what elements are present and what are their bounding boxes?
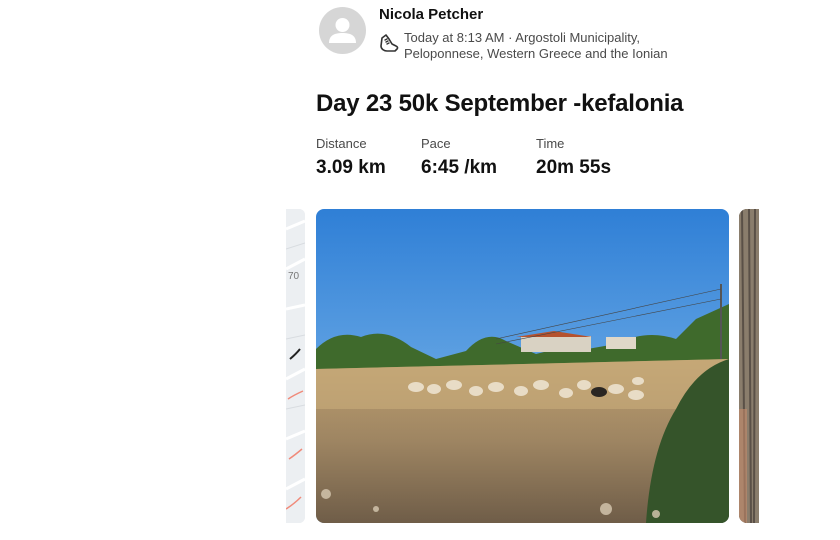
photo-image — [316, 209, 729, 523]
stat-time: Time 20m 55s — [536, 136, 611, 179]
next-photo-image — [739, 209, 759, 523]
activity-photo[interactable] — [316, 209, 729, 523]
stat-value: 3.09 km — [316, 157, 386, 178]
stat-value: 20m 55s — [536, 157, 612, 178]
activity-location-region: Peloponnese, Western Greece and the Ioni… — [404, 46, 668, 61]
stat-value: 6:45 /km — [421, 157, 498, 178]
stat-distance: Distance 3.09 km — [316, 136, 386, 179]
activity-title[interactable]: Day 23 50k September -kefalonia — [316, 90, 684, 118]
next-photo-thumbnail[interactable] — [739, 209, 759, 523]
map-label: 70 — [288, 271, 300, 282]
stat-label: Distance — [316, 136, 367, 151]
stat-label: Time — [536, 136, 565, 151]
stat-pace: Pace 6:45 /km — [421, 136, 497, 179]
stat-label: Pace — [421, 136, 451, 151]
avatar[interactable] — [319, 7, 366, 54]
route-map-thumbnail[interactable]: 70 — [286, 209, 305, 523]
default-user-icon — [329, 18, 356, 43]
map-image: 70 — [286, 209, 305, 523]
running-shoe-icon — [380, 34, 399, 52]
athlete-name[interactable]: Nicola Petcher — [379, 6, 483, 23]
activity-time-location: Today at 8:13 AM · Argostoli Municipalit… — [404, 30, 641, 45]
